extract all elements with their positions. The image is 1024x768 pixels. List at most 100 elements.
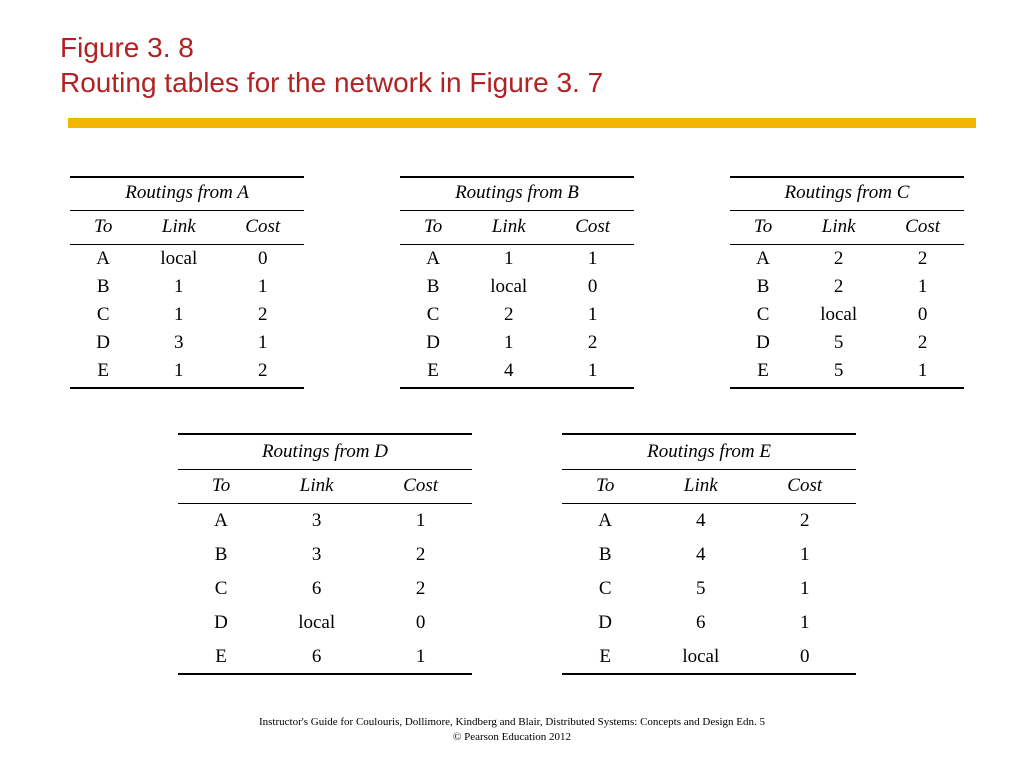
- cell-link: local: [264, 606, 369, 640]
- cell-cost: 1: [369, 504, 472, 539]
- cell-link: 2: [466, 301, 551, 329]
- cell-cost: 1: [221, 329, 304, 357]
- cell-link: local: [648, 640, 753, 674]
- table-row: C51: [562, 572, 856, 606]
- table-row: B41: [562, 538, 856, 572]
- col-header-link: Link: [648, 470, 753, 504]
- cell-link: 6: [648, 606, 753, 640]
- tables-row-top: Routings from AToLinkCostAlocal0B11C12D3…: [70, 176, 964, 389]
- cell-cost: 2: [221, 301, 304, 329]
- table-row: B32: [178, 538, 472, 572]
- routing-table: Routings from CToLinkCostA22B21Clocal0D5…: [730, 176, 964, 389]
- cell-link: 6: [264, 572, 369, 606]
- table-caption: Routings from D: [178, 434, 472, 470]
- cell-to: D: [400, 329, 466, 357]
- cell-to: B: [178, 538, 264, 572]
- cell-link: 5: [648, 572, 753, 606]
- cell-link: 1: [136, 273, 221, 301]
- footer-line-1: Instructor's Guide for Coulouris, Dollim…: [259, 716, 765, 728]
- cell-to: E: [70, 357, 136, 388]
- cell-to: E: [730, 357, 796, 388]
- table-row: C21: [400, 301, 634, 329]
- cell-to: D: [178, 606, 264, 640]
- cell-link: 2: [796, 273, 881, 301]
- col-header-to: To: [730, 211, 796, 245]
- cell-to: C: [70, 301, 136, 329]
- cell-cost: 0: [551, 273, 634, 301]
- cell-to: B: [730, 273, 796, 301]
- cell-cost: 2: [369, 572, 472, 606]
- cell-cost: 1: [753, 538, 856, 572]
- cell-to: A: [400, 245, 466, 274]
- cell-cost: 2: [369, 538, 472, 572]
- col-header-to: To: [400, 211, 466, 245]
- col-header-cost: Cost: [881, 211, 964, 245]
- table-row: C62: [178, 572, 472, 606]
- cell-cost: 1: [369, 640, 472, 674]
- table-row: E61: [178, 640, 472, 674]
- col-header-link: Link: [264, 470, 369, 504]
- cell-cost: 0: [221, 245, 304, 274]
- cell-link: 2: [796, 245, 881, 274]
- table-caption: Routings from A: [70, 177, 304, 211]
- cell-link: 3: [136, 329, 221, 357]
- cell-link: 1: [466, 329, 551, 357]
- cell-cost: 2: [881, 329, 964, 357]
- table-row: Blocal0: [400, 273, 634, 301]
- figure-title: Figure 3. 8 Routing tables for the netwo…: [60, 30, 974, 100]
- cell-cost: 0: [753, 640, 856, 674]
- table-row: Elocal0: [562, 640, 856, 674]
- table-caption: Routings from B: [400, 177, 634, 211]
- cell-to: A: [178, 504, 264, 539]
- col-header-to: To: [70, 211, 136, 245]
- routing-table: Routings from DToLinkCostA31B32C62Dlocal…: [178, 433, 472, 675]
- col-header-link: Link: [136, 211, 221, 245]
- title-line-2: Routing tables for the network in Figure…: [60, 67, 603, 98]
- col-header-cost: Cost: [551, 211, 634, 245]
- cell-link: 1: [136, 301, 221, 329]
- table-row: A11: [400, 245, 634, 274]
- cell-cost: 1: [551, 357, 634, 388]
- cell-to: C: [562, 572, 648, 606]
- routing-table: Routings from EToLinkCostA42B41C51D61Elo…: [562, 433, 856, 675]
- cell-link: 1: [466, 245, 551, 274]
- cell-to: C: [730, 301, 796, 329]
- table-row: Alocal0: [70, 245, 304, 274]
- table-row: E41: [400, 357, 634, 388]
- cell-to: C: [178, 572, 264, 606]
- table-row: C12: [70, 301, 304, 329]
- table-row: D12: [400, 329, 634, 357]
- table-row: D61: [562, 606, 856, 640]
- table-row: A31: [178, 504, 472, 539]
- cell-cost: 1: [753, 606, 856, 640]
- cell-link: 3: [264, 538, 369, 572]
- cell-cost: 1: [221, 273, 304, 301]
- routing-table: Routings from BToLinkCostA11Blocal0C21D1…: [400, 176, 634, 389]
- col-header-cost: Cost: [753, 470, 856, 504]
- footer-line-2: © Pearson Education 2012: [453, 731, 571, 743]
- cell-to: D: [730, 329, 796, 357]
- cell-link: 5: [796, 329, 881, 357]
- cell-to: A: [70, 245, 136, 274]
- col-header-cost: Cost: [221, 211, 304, 245]
- table-row: B21: [730, 273, 964, 301]
- cell-cost: 0: [369, 606, 472, 640]
- cell-to: D: [562, 606, 648, 640]
- table-row: A42: [562, 504, 856, 539]
- table-row: Dlocal0: [178, 606, 472, 640]
- cell-to: A: [730, 245, 796, 274]
- table-row: D52: [730, 329, 964, 357]
- cell-cost: 2: [221, 357, 304, 388]
- table-row: E12: [70, 357, 304, 388]
- cell-to: B: [70, 273, 136, 301]
- col-header-link: Link: [466, 211, 551, 245]
- col-header-link: Link: [796, 211, 881, 245]
- cell-to: B: [562, 538, 648, 572]
- table-row: D31: [70, 329, 304, 357]
- table-caption: Routings from C: [730, 177, 964, 211]
- cell-link: local: [796, 301, 881, 329]
- tables-row-bottom: Routings from DToLinkCostA31B32C62Dlocal…: [70, 433, 964, 675]
- cell-cost: 1: [881, 273, 964, 301]
- table-row: Clocal0: [730, 301, 964, 329]
- col-header-cost: Cost: [369, 470, 472, 504]
